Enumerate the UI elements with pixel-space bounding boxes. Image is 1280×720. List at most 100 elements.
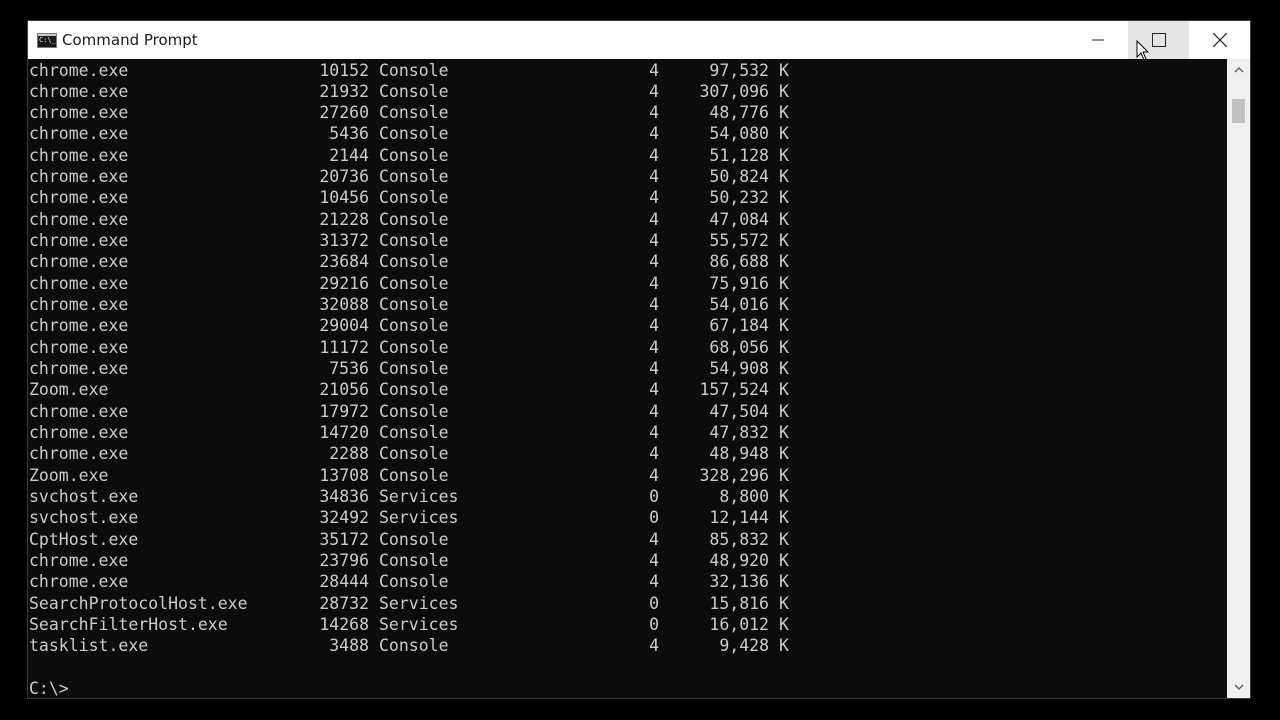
memory-usage: 15,816 — [709, 593, 769, 613]
memory-unit: K — [779, 593, 789, 613]
session-name: Services — [379, 615, 459, 635]
memory-unit: K — [779, 188, 789, 208]
vertical-scrollbar[interactable] — [1227, 59, 1250, 698]
memory-usage: 48,776 — [709, 103, 769, 123]
session-number: 4 — [649, 359, 659, 379]
session-name: Services — [379, 487, 459, 507]
process-name: Zoom.exe — [29, 465, 109, 485]
session-name: Console — [379, 295, 449, 315]
memory-usage: 47,504 — [709, 401, 769, 421]
process-pid: 21932 — [319, 81, 369, 101]
memory-usage: 328,296 — [699, 465, 769, 485]
process-pid: 28444 — [319, 572, 369, 592]
session-number: 4 — [649, 572, 659, 592]
session-name: Console — [379, 465, 449, 485]
process-name: Zoom.exe — [29, 380, 109, 400]
memory-unit: K — [779, 636, 789, 656]
session-number: 4 — [649, 60, 659, 80]
session-number: 4 — [649, 316, 659, 336]
window-title: Command Prompt — [62, 31, 198, 49]
process-pid: 3488 — [329, 636, 369, 656]
process-name: tasklist.exe — [29, 636, 149, 656]
memory-usage: 157,524 — [699, 380, 769, 400]
memory-unit: K — [779, 423, 789, 443]
memory-usage: 32,136 — [709, 572, 769, 592]
process-name: chrome.exe — [29, 444, 129, 464]
command-prompt-line[interactable]: C:\> — [29, 678, 69, 698]
session-name: Services — [379, 508, 459, 528]
process-name: svchost.exe — [29, 487, 139, 507]
session-name: Console — [379, 551, 449, 571]
session-name: Console — [379, 81, 449, 101]
memory-unit: K — [779, 231, 789, 251]
session-name: Console — [379, 572, 449, 592]
memory-usage: 12,144 — [709, 508, 769, 528]
process-pid: 35172 — [319, 529, 369, 549]
memory-usage: 68,056 — [709, 337, 769, 357]
scroll-down-button[interactable] — [1227, 676, 1250, 698]
title-bar[interactable]: Command Prompt — [28, 21, 1250, 59]
session-number: 4 — [649, 423, 659, 443]
session-number: 4 — [649, 252, 659, 272]
process-pid: 10456 — [319, 188, 369, 208]
memory-usage: 50,824 — [709, 167, 769, 187]
memory-unit: K — [779, 145, 789, 165]
process-name: chrome.exe — [29, 209, 129, 229]
process-pid: 11172 — [319, 337, 369, 357]
process-name: chrome.exe — [29, 295, 129, 315]
process-name: chrome.exe — [29, 273, 129, 293]
session-number: 4 — [649, 188, 659, 208]
close-button[interactable] — [1189, 21, 1250, 59]
process-pid: 29004 — [319, 316, 369, 336]
process-pid: 31372 — [319, 231, 369, 251]
process-name: chrome.exe — [29, 167, 129, 187]
process-name: chrome.exe — [29, 551, 129, 571]
process-pid: 5436 — [329, 124, 369, 144]
memory-unit: K — [779, 209, 789, 229]
process-pid: 7536 — [329, 359, 369, 379]
process-name: SearchFilterHost.exe — [29, 615, 228, 635]
process-name: chrome.exe — [29, 124, 129, 144]
process-pid: 29216 — [319, 273, 369, 293]
memory-unit: K — [779, 252, 789, 272]
memory-usage: 75,916 — [709, 273, 769, 293]
session-number: 4 — [649, 124, 659, 144]
session-number: 4 — [649, 295, 659, 315]
memory-unit: K — [779, 529, 789, 549]
command-prompt-window: Command Prompt chrome.exe 10152 Console 4 97… — [27, 20, 1251, 699]
session-name: Console — [379, 124, 449, 144]
session-number: 0 — [649, 508, 659, 528]
process-name: chrome.exe — [29, 103, 129, 123]
process-pid: 23796 — [319, 551, 369, 571]
memory-usage: 47,832 — [709, 423, 769, 443]
process-pid: 21056 — [319, 380, 369, 400]
scroll-up-button[interactable] — [1227, 59, 1250, 81]
process-name: chrome.exe — [29, 359, 129, 379]
minimize-button[interactable] — [1067, 21, 1128, 59]
memory-usage: 86,688 — [709, 252, 769, 272]
console-output[interactable]: chrome.exe 10152 Console 4 97,532 Kchrome.exe… — [28, 59, 1227, 698]
process-pid: 27260 — [319, 103, 369, 123]
memory-unit: K — [779, 508, 789, 528]
memory-unit: K — [779, 444, 789, 464]
process-name: chrome.exe — [29, 316, 129, 336]
process-name: chrome.exe — [29, 81, 129, 101]
process-name: chrome.exe — [29, 231, 129, 251]
memory-usage: 67,184 — [709, 316, 769, 336]
session-number: 4 — [649, 145, 659, 165]
process-pid: 14268 — [319, 615, 369, 635]
process-name: chrome.exe — [29, 188, 129, 208]
session-name: Console — [379, 188, 449, 208]
session-number: 0 — [649, 593, 659, 613]
session-number: 4 — [649, 444, 659, 464]
process-pid: 10152 — [319, 60, 369, 80]
memory-unit: K — [779, 273, 789, 293]
scrollbar-thumb[interactable] — [1232, 99, 1245, 123]
session-name: Console — [379, 444, 449, 464]
process-name: CptHost.exe — [29, 529, 139, 549]
chevron-down-icon — [1234, 684, 1243, 690]
session-name: Console — [379, 145, 449, 165]
session-number: 4 — [649, 337, 659, 357]
process-pid: 2288 — [329, 444, 369, 464]
session-number: 0 — [649, 615, 659, 635]
